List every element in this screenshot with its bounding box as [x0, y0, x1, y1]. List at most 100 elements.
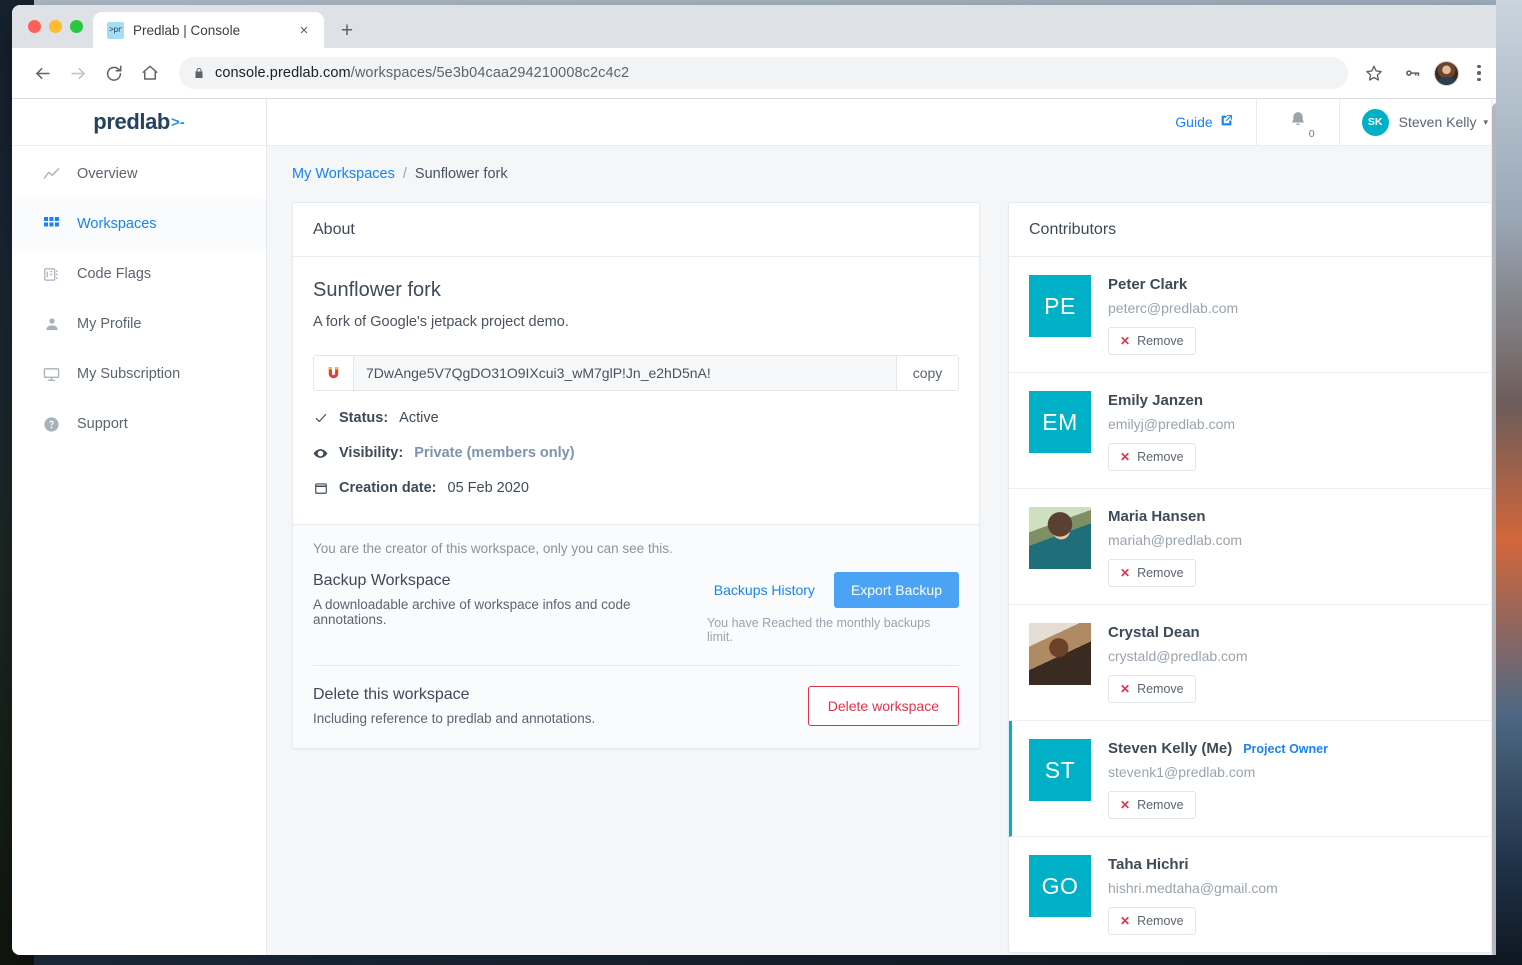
- url-text: console.predlab.com/workspaces/5e3b04caa…: [215, 65, 629, 81]
- desktop-background: >pr Predlab | Console × + console.predla…: [0, 0, 1522, 965]
- browser-toolbar: console.predlab.com/workspaces/5e3b04caa…: [12, 48, 1507, 99]
- calendar-icon: [313, 481, 328, 495]
- workspace-token-row: 7DwAnge5V7QgDO31O9IXcui3_wM7glP!Jn_e2hD5…: [313, 355, 959, 391]
- browser-tab-strip: >pr Predlab | Console × +: [12, 5, 1507, 48]
- backup-subtitle: A downloadable archive of workspace info…: [313, 597, 631, 627]
- back-button[interactable]: [26, 57, 58, 89]
- workspace-description: A fork of Google's jetpack project demo.: [313, 314, 569, 330]
- browser-window: >pr Predlab | Console × + console.predla…: [12, 5, 1507, 955]
- meta-visibility-value[interactable]: Private (members only): [414, 445, 574, 461]
- remove-contributor-button[interactable]: ✕ Remove: [1108, 327, 1196, 355]
- toolbar-right-actions: [1358, 57, 1493, 89]
- backup-actions: Backups History Export Backup You have R…: [707, 572, 959, 644]
- address-bar[interactable]: console.predlab.com/workspaces/5e3b04caa…: [179, 57, 1348, 89]
- sidebar-item-support[interactable]: Support: [12, 399, 266, 449]
- meta-status-label: Status:: [339, 410, 389, 426]
- copy-token-button[interactable]: copy: [896, 356, 958, 390]
- meta-status: Status: Active: [313, 410, 959, 426]
- minimize-window-button[interactable]: [49, 20, 62, 33]
- contributor-info: Peter Clark peterc@predlab.com ✕ Remove: [1108, 275, 1471, 355]
- notifications-button[interactable]: 0: [1255, 99, 1340, 146]
- sidebar-nav: Overview Workspaces Code Flags My Profil…: [12, 146, 266, 449]
- guide-link[interactable]: Guide: [1152, 114, 1255, 130]
- user-menu[interactable]: SK Steven Kelly ▾: [1340, 108, 1488, 136]
- contributor-row: EM Emily Janzen emilyj@predlab.com ✕ Remove: [1009, 373, 1491, 489]
- remove-contributor-button[interactable]: ✕ Remove: [1108, 443, 1196, 471]
- delete-subtitle: Including reference to predlab and annot…: [313, 711, 596, 726]
- monitor-icon: [43, 366, 60, 383]
- remove-contributor-button[interactable]: ✕ Remove: [1108, 907, 1196, 935]
- magnet-icon: [314, 356, 354, 390]
- url-host: console.predlab.com: [215, 65, 351, 81]
- contributor-name: Peter Clark: [1108, 276, 1471, 293]
- contributor-email: emilyj@predlab.com: [1108, 416, 1236, 432]
- contributor-name: Maria Hansen: [1108, 508, 1471, 525]
- sidebar-item-label: My Profile: [77, 316, 142, 332]
- contributor-info: Steven Kelly (Me) Project Owner stevenk1@p…: [1108, 739, 1471, 819]
- contributors-card-title: Contributors: [1009, 203, 1491, 257]
- brand-mark-icon: >-: [170, 113, 185, 131]
- x-icon: ✕: [1120, 566, 1131, 580]
- main-area: Guide 0 SK Steven Kelly ▾ My Workspaces …: [267, 99, 1507, 955]
- page-scrollbar-track[interactable]: [1491, 99, 1507, 955]
- check-icon: [313, 411, 328, 425]
- forward-button[interactable]: [62, 57, 94, 89]
- remove-contributor-button[interactable]: ✕ Remove: [1108, 559, 1196, 587]
- brand-logo[interactable]: predlab >-: [12, 99, 266, 146]
- sidebar-item-my-subscription[interactable]: My Subscription: [12, 349, 266, 399]
- breadcrumb-current: Sunflower fork: [414, 166, 508, 182]
- remove-label: Remove: [1137, 914, 1184, 928]
- breadcrumb-my-workspaces[interactable]: My Workspaces: [292, 166, 395, 182]
- page-viewport: predlab >- Overview Workspaces Code Flag…: [12, 99, 1507, 955]
- trend-line-icon: [43, 166, 60, 183]
- page-scrollbar-thumb[interactable]: [1492, 103, 1503, 955]
- bookmark-star-icon[interactable]: [1358, 57, 1390, 89]
- contributor-info: Crystal Dean crystald@predlab.com ✕ Remove: [1108, 623, 1471, 703]
- browser-profile-avatar[interactable]: [1434, 60, 1459, 86]
- meta-creation-date-value: 05 Feb 2020: [447, 480, 529, 496]
- close-tab-icon[interactable]: ×: [294, 20, 314, 40]
- new-tab-button[interactable]: +: [332, 15, 362, 45]
- meta-creation-date-label: Creation date:: [339, 480, 437, 496]
- sidebar-item-code-flags[interactable]: Code Flags: [12, 249, 266, 299]
- person-icon: [43, 316, 60, 333]
- sidebar-item-overview[interactable]: Overview: [12, 149, 266, 199]
- contributor-name-text: Taha Hichri: [1108, 856, 1189, 873]
- backups-history-link[interactable]: Backups History: [714, 582, 815, 598]
- sidebar-item-my-profile[interactable]: My Profile: [12, 299, 266, 349]
- app-sidebar: predlab >- Overview Workspaces Code Flag…: [12, 99, 267, 955]
- reload-button[interactable]: [98, 57, 130, 89]
- chevron-down-icon: ▾: [1483, 116, 1488, 127]
- remove-contributor-button[interactable]: ✕ Remove: [1108, 675, 1196, 703]
- favicon-icon: >pr: [107, 21, 124, 39]
- close-window-button[interactable]: [28, 20, 41, 33]
- window-controls: [24, 5, 93, 48]
- about-card-body: Sunflower fork A fork of Google's jetpac…: [293, 257, 979, 524]
- contributors-list: PE Peter Clark peterc@predlab.com ✕ Remove EM…: [1009, 257, 1491, 952]
- x-icon: ✕: [1120, 914, 1131, 928]
- remove-contributor-button[interactable]: ✕ Remove: [1108, 791, 1196, 819]
- delete-section: Delete this workspace Including referenc…: [313, 686, 959, 726]
- export-backup-button[interactable]: Export Backup: [833, 572, 959, 608]
- avatar: GO: [1029, 855, 1091, 917]
- home-button[interactable]: [134, 57, 166, 89]
- external-link-icon: [1220, 114, 1233, 130]
- remove-label: Remove: [1137, 682, 1184, 696]
- about-card-title: About: [293, 203, 979, 257]
- url-path: /workspaces/5e3b04caa294210008c2c4c2: [350, 65, 630, 81]
- password-key-icon[interactable]: [1396, 57, 1428, 89]
- meta-status-value: Active: [399, 410, 439, 426]
- browser-tab[interactable]: >pr Predlab | Console ×: [93, 12, 324, 48]
- bell-icon: 0: [1288, 110, 1315, 140]
- contributor-row: PE Peter Clark peterc@predlab.com ✕ Remove: [1009, 257, 1491, 373]
- avatar: EM: [1029, 391, 1091, 453]
- delete-workspace-button[interactable]: Delete workspace: [807, 686, 959, 726]
- contributor-email: stevenk1@predlab.com: [1108, 764, 1256, 780]
- x-icon: ✕: [1120, 798, 1131, 812]
- maximize-window-button[interactable]: [70, 20, 83, 33]
- sidebar-item-workspaces[interactable]: Workspaces: [12, 199, 266, 249]
- x-icon: ✕: [1120, 334, 1131, 348]
- browser-menu-button[interactable]: [1465, 57, 1493, 89]
- remove-label: Remove: [1137, 566, 1184, 580]
- contributor-row: ST Steven Kelly (Me) Project Owner stevenk1…: [1009, 721, 1491, 837]
